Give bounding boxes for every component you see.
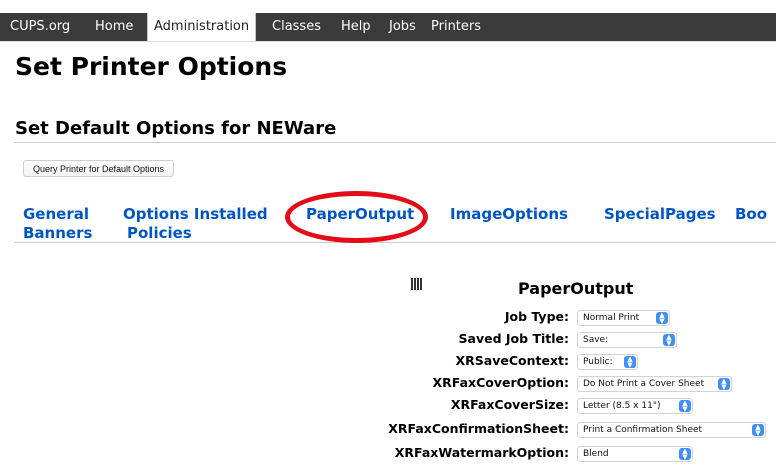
xr-fax-confirmation-sheet-label: XRFaxConfirmationSheet: <box>388 421 569 436</box>
tab-banners[interactable]: Banners <box>23 224 92 242</box>
xr-fax-cover-option-label: XRFaxCoverOption: <box>432 375 569 390</box>
job-type-label: Job Type: <box>504 309 569 324</box>
nav-home[interactable]: Home <box>95 13 133 41</box>
chevron-up-down-icon: ▲ ▼ <box>656 312 668 325</box>
section-heading: Set Default Options for NEWare <box>15 118 337 139</box>
tab-policies[interactable]: Policies <box>127 224 192 242</box>
tab-paper-output[interactable]: PaperOutput <box>306 205 414 223</box>
xr-fax-watermark-option-select[interactable]: Blend ▲ ▼ <box>577 446 693 462</box>
tab-booklet[interactable]: Boo <box>735 205 767 223</box>
saved-job-title-select[interactable]: Save: ▲ ▼ <box>577 332 677 348</box>
tabs-divider <box>14 242 776 243</box>
xr-fax-cover-option-select[interactable]: Do Not Print a Cover Sheet ▲ ▼ <box>577 376 732 392</box>
ppd-image-icon <box>411 278 422 290</box>
xr-save-context-value: Public: <box>583 357 613 367</box>
query-printer-button[interactable]: Query Printer for Default Options <box>23 160 175 177</box>
nav-help[interactable]: Help <box>341 13 371 41</box>
chevron-up-down-icon: ▲ ▼ <box>624 356 636 369</box>
chevron-up-down-icon: ▲ ▼ <box>679 400 691 413</box>
chevron-up-down-icon: ▲ ▼ <box>663 334 675 347</box>
xr-fax-watermark-option-label: XRFaxWatermarkOption: <box>394 445 569 460</box>
xr-fax-watermark-option-value: Blend <box>583 449 609 459</box>
xr-save-context-select[interactable]: Public: ▲ ▼ <box>577 354 638 370</box>
job-type-select[interactable]: Normal Print ▲ ▼ <box>577 310 670 326</box>
nav-administration[interactable]: Administration <box>147 13 257 41</box>
xr-save-context-label: XRSaveContext: <box>455 353 569 368</box>
tab-options-installed[interactable]: Options Installed <box>123 205 268 223</box>
tab-general[interactable]: General <box>23 205 89 223</box>
nav-jobs[interactable]: Jobs <box>389 13 416 41</box>
xr-fax-cover-size-value: Letter (8.5 x 11") <box>583 401 661 411</box>
chevron-up-down-icon: ▲ ▼ <box>679 448 691 461</box>
tab-image-options[interactable]: ImageOptions <box>450 205 568 223</box>
xr-fax-cover-option-value: Do Not Print a Cover Sheet <box>583 379 705 389</box>
section-divider <box>14 142 776 143</box>
panel-title: PaperOutput <box>518 279 634 298</box>
nav-site-link[interactable]: CUPS.org <box>10 13 70 41</box>
nav-classes[interactable]: Classes <box>272 13 321 41</box>
top-nav-bar: CUPS.org Home Administration Classes Hel… <box>0 13 776 42</box>
nav-printers[interactable]: Printers <box>431 13 481 41</box>
saved-job-title-label: Saved Job Title: <box>458 331 569 346</box>
xr-fax-confirmation-sheet-value: Print a Confirmation Sheet <box>583 425 703 435</box>
xr-fax-cover-size-label: XRFaxCoverSize: <box>450 397 569 412</box>
job-type-value: Normal Print <box>583 313 640 323</box>
saved-job-title-value: Save: <box>583 335 609 345</box>
xr-fax-cover-size-select[interactable]: Letter (8.5 x 11") ▲ ▼ <box>577 398 693 414</box>
page-title: Set Printer Options <box>15 52 288 81</box>
chevron-up-down-icon: ▲ ▼ <box>752 424 764 437</box>
chevron-up-down-icon: ▲ ▼ <box>718 378 730 391</box>
xr-fax-confirmation-sheet-select[interactable]: Print a Confirmation Sheet ▲ ▼ <box>577 422 766 438</box>
tab-special-pages[interactable]: SpecialPages <box>604 205 716 223</box>
